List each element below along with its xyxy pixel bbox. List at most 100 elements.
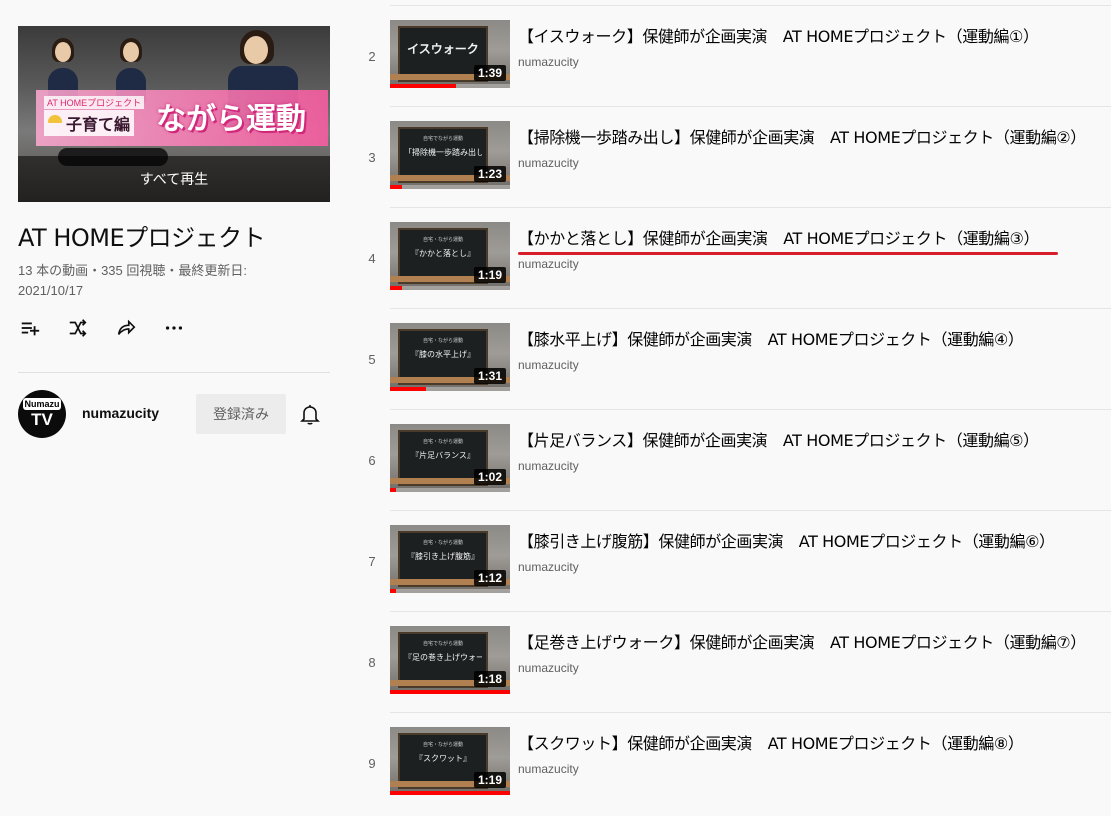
video-index: 5 [368,352,376,367]
watch-progress-track [390,185,510,189]
video-index: 6 [368,453,376,468]
watch-progress-track [390,84,510,88]
more-icon[interactable] [162,316,186,340]
chalkboard-small-text: 自宅・ながら運動 [422,338,463,344]
row-separator [390,106,1111,107]
person-head [244,36,268,64]
video-index: 2 [368,49,376,64]
video-duration: 1:19 [473,772,506,788]
video-duration: 1:02 [473,469,506,485]
chalkboard-small-text: 自宅でながら運動 [422,136,463,142]
video-thumbnail[interactable]: 自宅でながら運動 『足の巻き上げウォーク』 1:18 [390,626,510,694]
video-row[interactable]: 7 自宅・ながら運動 『膝引き上げ腹筋』 1:12 【膝引き上げ腹筋】保健師が企… [354,510,1111,611]
video-title[interactable]: 【イスウォーク】保健師が企画実演 AT HOMEプロジェクト（運動編①） [518,23,1039,47]
row-separator [390,5,1111,6]
video-channel-name[interactable]: numazucity [518,459,579,473]
watch-progress-fill [390,488,396,492]
video-title[interactable]: 【片足バランス】保健師が企画実演 AT HOMEプロジェクト（運動編⑤） [518,427,1039,451]
video-title[interactable]: 【膝引き上げ腹筋】保健師が企画実演 AT HOMEプロジェクト（運動編⑥） [518,528,1055,552]
bell-icon[interactable] [298,402,322,426]
video-thumbnail[interactable]: 自宅でながら運動 「掃除機一歩踏み出し運動」 1:23 [390,121,510,189]
chalkboard-small-text: 自宅・ながら運動 [422,742,463,748]
video-channel-name[interactable]: numazucity [518,661,579,675]
chalkboard-small-text: 自宅・ながら運動 [422,237,463,243]
video-row[interactable]: 3 自宅でながら運動 「掃除機一歩踏み出し運動」 1:23 【掃除機一歩踏み出し… [354,106,1111,207]
watch-progress-fill [390,286,402,290]
video-row[interactable]: 2 イスウォーク 1:39 【イスウォーク】保健師が企画実演 AT HOMEプロ… [354,5,1111,106]
video-duration: 1:39 [473,65,506,81]
video-thumbnail[interactable]: 自宅・ながら運動 『片足バランス』 1:02 [390,424,510,492]
chalkboard-text: 『かかと落とし』 [411,249,475,258]
video-channel-name[interactable]: numazucity [518,560,579,574]
video-title[interactable]: 【膝水平上げ】保健師が企画実演 AT HOMEプロジェクト（運動編④） [518,326,1024,350]
chalkboard-small-text: 自宅でながら運動 [422,641,463,647]
row-separator [390,510,1111,511]
video-title[interactable]: 【かかと落とし】保健師が企画実演 AT HOMEプロジェクト（運動編③） [518,225,1039,249]
watch-progress-fill [390,690,510,694]
watch-progress-track [390,488,510,492]
video-duration: 1:31 [473,368,506,384]
play-all-overlay[interactable]: すべて再生 [18,156,330,202]
video-title[interactable]: 【スクワット】保健師が企画実演 AT HOMEプロジェクト（運動編⑧） [518,730,1024,754]
chalkboard-small-text: 自宅・ながら運動 [422,540,463,546]
watch-progress-fill [390,185,402,189]
chalkboard-text: 『片足バランス』 [411,451,475,460]
person-head [123,42,139,62]
watch-progress-fill [390,589,396,593]
watch-progress-track [390,589,510,593]
watch-progress-track [390,387,510,391]
video-thumbnail[interactable]: 自宅・ながら運動 『膝の水平上げ』 1:31 [390,323,510,391]
playlist-title: AT HOMEプロジェクト [18,224,266,252]
playlist-thumbnail[interactable]: AT HOMEプロジェクト 子育て編 ながら運動 すべて再生 [18,26,330,202]
video-channel-name[interactable]: numazucity [518,762,579,776]
video-index: 3 [368,150,376,165]
chalkboard-text: 『足の巻き上げウォーク』 [404,653,482,662]
watch-progress-fill [390,387,426,391]
watch-progress-fill [390,791,510,795]
video-thumbnail[interactable]: 自宅・ながら運動 『スクワット』 1:19 [390,727,510,795]
video-thumbnail[interactable]: 自宅・ながら運動 『かかと落とし』 1:19 [390,222,510,290]
shuffle-icon[interactable] [66,316,90,340]
channel-avatar[interactable]: Numazu TV [18,390,66,438]
video-row[interactable]: 8 自宅でながら運動 『足の巻き上げウォーク』 1:18 【足巻き上げウォーク】… [354,611,1111,712]
video-row[interactable]: 5 自宅・ながら運動 『膝の水平上げ』 1:31 【膝水平上げ】保健師が企画実演… [354,308,1111,409]
person-head [55,42,71,62]
row-separator [390,611,1111,612]
chalkboard-small-text: 自宅・ながら運動 [422,439,463,445]
chalkboard-text: 『スクワット』 [415,754,471,763]
video-duration: 1:19 [473,267,506,283]
playlist-stats: 13 本の動画・335 回視聴・最終更新日: 2021/10/17 [18,263,247,298]
chalkboard-text: 「掃除機一歩踏み出し運動」 [404,148,482,157]
chalkboard-text: 『膝の水平上げ』 [411,350,475,359]
video-row[interactable]: 9 自宅・ながら運動 『スクワット』 1:19 【スクワット】保健師が企画実演 … [354,712,1111,813]
highlight-underline [518,252,1058,255]
row-separator [390,207,1111,208]
video-title[interactable]: 【足巻き上げウォーク】保健師が企画実演 AT HOMEプロジェクト（運動編⑦） [518,629,1086,653]
thumbnail-banner-sub: 子育て編 [44,110,135,136]
video-title[interactable]: 【掃除機一歩踏み出し】保健師が企画実演 AT HOMEプロジェクト（運動編②） [518,124,1086,148]
playlist-sidebar: AT HOMEプロジェクト 子育て編 ながら運動 すべて再生 AT HOMEプロ… [0,0,354,816]
video-index: 4 [368,251,376,266]
video-index: 8 [368,655,376,670]
thumbnail-banner-small: AT HOMEプロジェクト [44,96,145,109]
share-icon[interactable] [114,316,138,340]
subscribed-button[interactable]: 登録済み [196,394,286,434]
video-channel-name[interactable]: numazucity [518,156,579,170]
row-separator [390,409,1111,410]
watch-progress-track [390,791,510,795]
sidebar-divider [18,372,330,373]
video-thumbnail[interactable]: 自宅・ながら運動 『膝引き上げ腹筋』 1:12 [390,525,510,593]
video-channel-name[interactable]: numazucity [518,358,579,372]
video-list: 2 イスウォーク 1:39 【イスウォーク】保健師が企画実演 AT HOMEプロ… [354,0,1111,816]
video-thumbnail[interactable]: イスウォーク 1:39 [390,20,510,88]
video-channel-name[interactable]: numazucity [518,55,579,69]
video-index: 9 [368,756,376,771]
add-to-queue-icon[interactable] [18,316,42,340]
watch-progress-fill [390,84,456,88]
video-channel-name[interactable]: numazucity [518,257,579,271]
video-row[interactable]: 6 自宅・ながら運動 『片足バランス』 1:02 【片足バランス】保健師が企画実… [354,409,1111,510]
video-row[interactable]: 4 自宅・ながら運動 『かかと落とし』 1:19 【かかと落とし】保健師が企画実… [354,207,1111,308]
channel-name[interactable]: numazucity [82,405,159,421]
row-separator [390,308,1111,309]
video-duration: 1:12 [473,570,506,586]
